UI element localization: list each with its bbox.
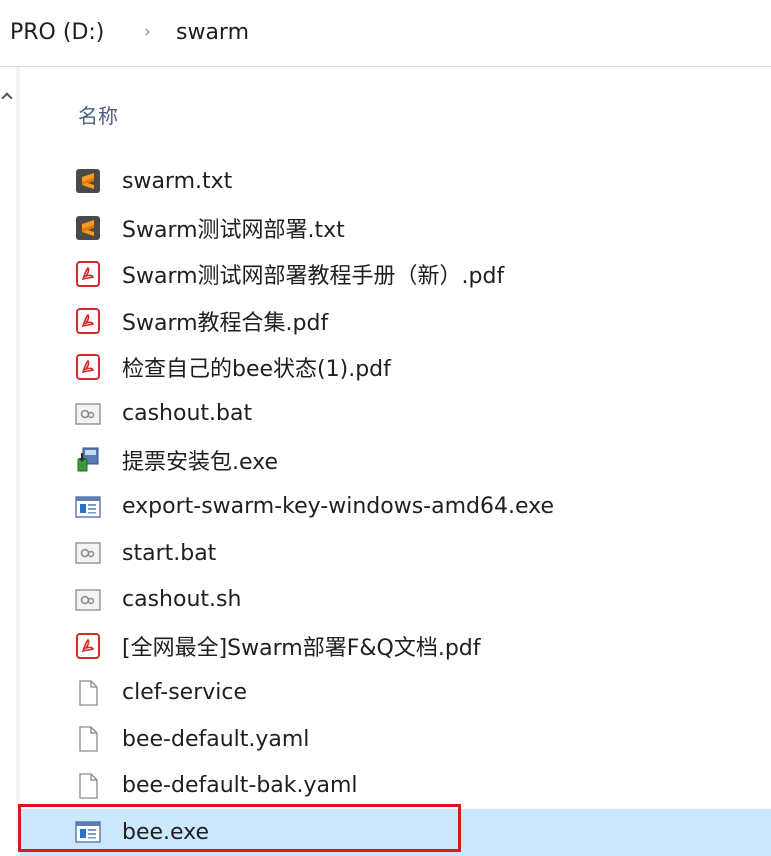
file-row[interactable]: 检查自己的bee状态(1).pdf (20, 344, 771, 391)
file-row[interactable]: swarm.txt (20, 158, 771, 205)
file-name: 检查自己的bee状态(1).pdf (122, 357, 391, 383)
pdf-icon (75, 633, 101, 660)
file-row[interactable]: export-swarm-key-windows-amd64.exe (20, 484, 771, 531)
breadcrumb-separator-icon[interactable]: › (144, 22, 151, 42)
sublime-text-icon (75, 168, 101, 194)
file-row[interactable]: start.bat (20, 530, 771, 577)
blank-file-icon (75, 773, 101, 799)
file-name: [全网最全]Swarm部署F&Q文档.pdf (122, 636, 481, 662)
file-row[interactable]: cashout.bat (20, 391, 771, 438)
file-row[interactable]: cashout.sh (20, 577, 771, 624)
batch-file-icon (75, 401, 101, 427)
address-bar[interactable]: PRO (D:) › swarm (0, 0, 771, 67)
file-row[interactable]: 提票安装包.exe (20, 437, 771, 484)
navigation-pane[interactable] (0, 67, 16, 844)
expand-chevron-icon[interactable] (1, 92, 13, 104)
file-name: bee.exe (122, 819, 210, 845)
file-row[interactable]: bee.exe (20, 809, 771, 856)
file-row[interactable]: Swarm测试网部署.txt (20, 205, 771, 252)
file-list: swarm.txt Swarm测试网部署.txt Swarm测试网部署教程手册（新）… (20, 158, 771, 856)
blank-file-icon (75, 726, 101, 752)
file-name: Swarm测试网部署.txt (122, 217, 345, 243)
file-name: Swarm教程合集.pdf (122, 310, 329, 336)
column-header-name[interactable]: 名称 (78, 100, 118, 129)
file-name: Swarm测试网部署教程手册（新）.pdf (122, 264, 505, 290)
file-name: swarm.txt (122, 168, 233, 194)
sublime-text-icon (75, 215, 101, 241)
blank-file-icon (75, 680, 101, 706)
file-name: bee-default.yaml (122, 726, 310, 752)
file-name: export-swarm-key-windows-amd64.exe (122, 494, 554, 520)
application-icon (75, 819, 101, 845)
application-icon (75, 494, 101, 520)
file-name: bee-default-bak.yaml (122, 773, 358, 799)
file-row[interactable]: Swarm教程合集.pdf (20, 298, 771, 345)
file-name: cashout.sh (122, 587, 242, 613)
breadcrumb-folder[interactable]: swarm (176, 20, 249, 45)
file-row[interactable]: clef-service (20, 670, 771, 717)
breadcrumb-drive[interactable]: PRO (D:) (10, 20, 104, 45)
file-row[interactable]: bee-default.yaml (20, 716, 771, 763)
pdf-icon (75, 354, 101, 381)
pdf-icon (75, 261, 101, 288)
batch-file-icon (75, 540, 101, 566)
file-row[interactable]: [全网最全]Swarm部署F&Q文档.pdf (20, 623, 771, 670)
file-name: cashout.bat (122, 401, 253, 427)
pdf-icon (75, 307, 101, 334)
file-name: start.bat (122, 540, 217, 566)
file-row[interactable]: bee-default-bak.yaml (20, 763, 771, 810)
file-name: clef-service (122, 680, 248, 706)
file-row[interactable]: Swarm测试网部署教程手册（新）.pdf (20, 251, 771, 298)
installer-icon (75, 447, 101, 473)
file-name: 提票安装包.exe (122, 450, 279, 476)
batch-file-icon (75, 587, 101, 613)
